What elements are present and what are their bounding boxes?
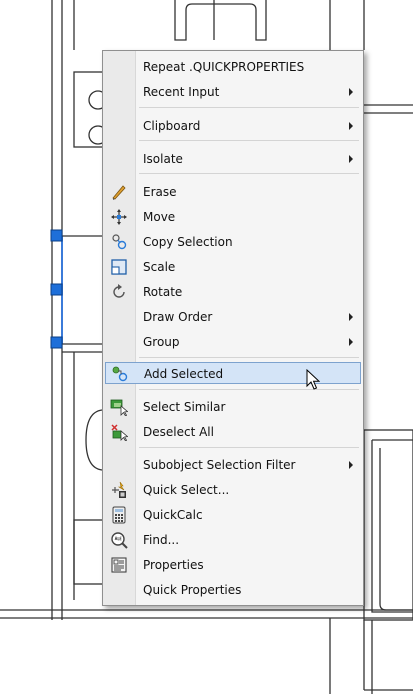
menu-separator [139,357,359,358]
submenu-arrow-icon [349,461,353,469]
menu-item-label: Scale [143,260,176,274]
menu-item-isolate[interactable]: Isolate [105,148,361,170]
menu-item-label: Subobject Selection Filter [143,458,296,472]
menu-item-label: Quick Properties [143,583,242,597]
context-menu: Repeat .QUICKPROPERTIES Recent Input Cli… [102,50,364,606]
menu-item-label: Move [143,210,176,224]
menu-separator [139,107,359,108]
menu-item-quick-select[interactable]: Quick Select... [105,479,361,501]
menu-item-label: Group [143,335,180,349]
submenu-arrow-icon [349,313,353,321]
menu-item-group[interactable]: Group [105,331,361,353]
submenu-arrow-icon [349,122,353,130]
select-similar-icon [110,399,128,416]
fixture-outline [174,0,267,41]
cad-canvas[interactable]: Repeat .QUICKPROPERTIES Recent Input Cli… [0,0,413,694]
deselect-all-icon [111,424,128,441]
menu-item-clipboard[interactable]: Clipboard [105,115,361,137]
menu-item-label: Recent Input [143,85,220,99]
menu-item-label: Draw Order [143,310,213,324]
menu-item-repeat-quickproperties[interactable]: Repeat .QUICKPROPERTIES [105,56,361,78]
menu-item-deselect-all[interactable]: Deselect All [105,421,361,443]
menu-item-copy-selection[interactable]: Copy Selection [105,231,361,253]
menu-item-label: Rotate [143,285,183,299]
menu-separator [139,389,359,390]
menu-item-label: Deselect All [143,425,214,439]
menu-item-scale[interactable]: Scale [105,256,361,278]
scale-icon [111,259,127,275]
grip-handle [50,283,63,296]
menu-item-add-selected[interactable]: Add Selected [105,362,361,384]
eraser-icon [112,185,126,200]
menu-item-quickcalc[interactable]: QuickCalc [105,504,361,526]
menu-item-move[interactable]: Move [105,206,361,228]
mouse-cursor-icon [306,369,320,390]
menu-item-label: Select Similar [143,400,226,414]
add-selected-icon [112,366,128,382]
menu-item-label: Isolate [143,152,183,166]
menu-item-properties[interactable]: Properties [105,554,361,576]
properties-icon [111,557,127,573]
menu-item-label: Clipboard [143,119,201,133]
menu-item-erase[interactable]: Erase [105,181,361,203]
menu-separator [139,447,359,448]
submenu-arrow-icon [349,88,353,96]
menu-item-label: Find... [143,533,180,547]
rotate-icon [113,284,125,298]
menu-item-rotate[interactable]: Rotate [105,281,361,303]
submenu-arrow-icon [349,155,353,163]
menu-item-label: Quick Select... [143,483,230,497]
grip-handle [50,336,63,349]
grip-handle [50,229,63,242]
menu-item-select-similar[interactable]: Select Similar [105,396,361,418]
menu-item-label: Erase [143,185,177,199]
menu-item-quick-properties[interactable]: Quick Properties [105,579,361,601]
menu-item-recent-input[interactable]: Recent Input [105,81,361,103]
calculator-icon [112,506,126,524]
menu-item-find[interactable]: Find... [105,529,361,551]
move-icon [111,209,127,225]
menu-item-label: Repeat .QUICKPROPERTIES [143,60,305,74]
menu-item-label: Copy Selection [143,235,233,249]
menu-item-label: Add Selected [144,367,224,381]
menu-separator [139,140,359,141]
submenu-arrow-icon [349,338,353,346]
quick-select-icon [112,481,126,498]
find-icon [111,532,128,549]
menu-item-label: QuickCalc [143,508,203,522]
menu-item-subobject-selection-filter[interactable]: Subobject Selection Filter [105,454,361,476]
copy-selection-icon [112,234,127,250]
menu-item-label: Properties [143,558,204,572]
menu-item-draw-order[interactable]: Draw Order [105,306,361,328]
menu-separator [139,173,359,174]
